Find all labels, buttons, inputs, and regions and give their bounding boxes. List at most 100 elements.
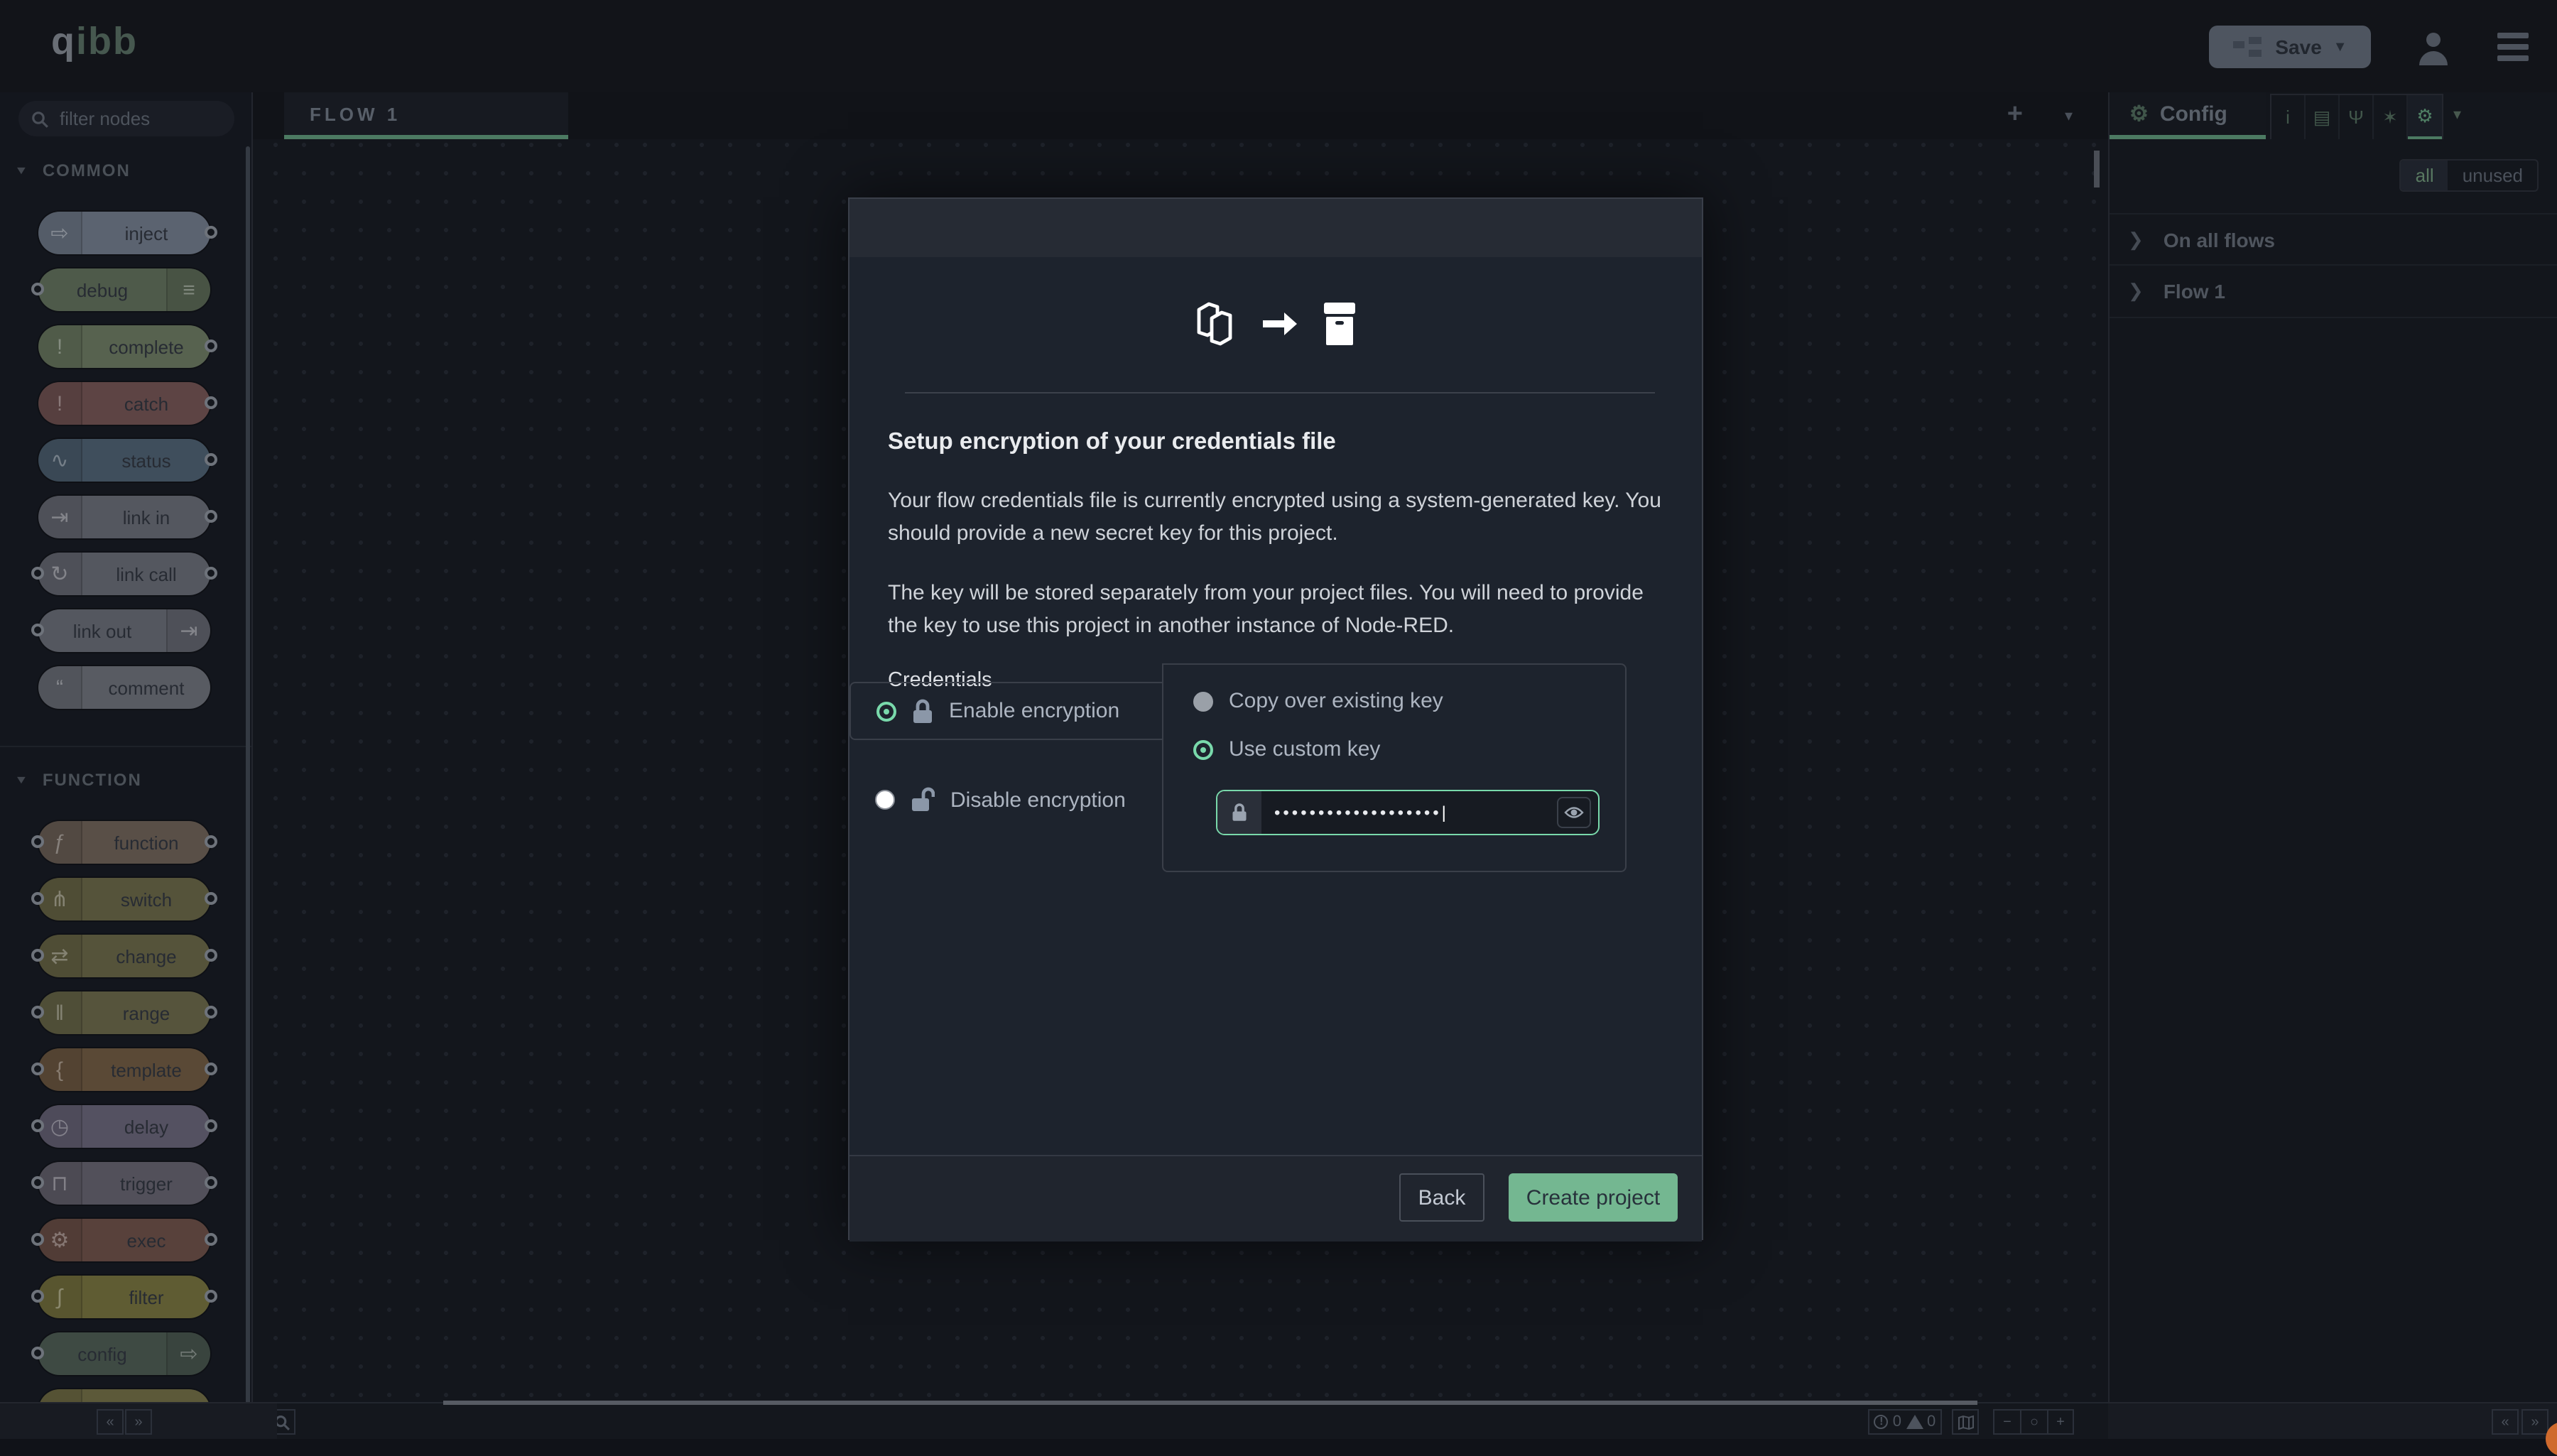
sidebar-tool-book-icon[interactable]: ▤ [2306,95,2340,139]
sidebar-tool-bug-icon[interactable]: ✶ [2374,95,2408,139]
link out-icon: ⇥ [166,609,210,652]
sidebar-tool-gear-icon[interactable]: ⚙ [2408,95,2442,139]
lock-icon [912,698,933,724]
node-label: exec [82,1229,210,1251]
palette-node-trigger[interactable]: ⊓trigger [38,1162,210,1205]
filter-unused-button[interactable]: unused [2448,161,2537,190]
category-label: COMMON [43,161,131,180]
canvas-horizontal-scrollbar[interactable] [443,1401,1977,1405]
zoom-out-button[interactable]: − [1993,1409,2020,1435]
node-input-port [31,1347,44,1359]
sidebar-caret-icon[interactable]: ▾ [2453,105,2461,124]
flow-list-caret-icon[interactable]: ▾ [2065,107,2073,125]
node-label: link out [38,620,166,641]
sidebar-tool-git-branch-icon[interactable]: Ψ [2340,95,2374,139]
user-button[interactable] [2415,28,2452,65]
back-button[interactable]: Back [1399,1173,1484,1222]
tab-flow-1[interactable]: FLOW 1 [284,92,568,139]
palette-node-delay[interactable]: ◷delay [38,1105,210,1148]
palette-collapse-all-button[interactable]: « [97,1409,124,1435]
palette-node-function[interactable]: ƒfunction [38,821,210,864]
inject-icon: ⇨ [38,212,82,254]
create-project-button[interactable]: Create project [1509,1173,1678,1222]
canvas-vertical-scrollbar[interactable] [2094,151,2100,188]
palette-node-partial[interactable] [38,1389,210,1402]
palette-node-exec[interactable]: ⚙exec [38,1219,210,1261]
palette-category-header[interactable]: ▼FUNCTION [0,770,251,790]
dialog-header-icons [849,301,1702,347]
save-caret-icon[interactable]: ▼ [2333,39,2347,55]
enable-encryption-label: Enable encryption [949,699,1119,723]
switch-icon: ⋔ [38,878,82,920]
zoom-reset-button[interactable]: ○ [2020,1409,2047,1435]
palette-node-link-in[interactable]: ⇥link in [38,496,210,538]
notifications-counter[interactable]: ! 0 0 [1868,1409,1942,1435]
palette-node-range[interactable]: ‖range [38,992,210,1034]
node-input-port [31,835,44,848]
disable-encryption-radio[interactable] [875,790,895,810]
node-input-port [31,1176,44,1189]
palette-node-template[interactable]: {template [38,1048,210,1091]
navigator-button[interactable] [1952,1409,1979,1435]
encryption-key-input[interactable]: •••••••••••••••••••| [1216,790,1600,835]
palette-scrollbar[interactable] [246,146,250,1402]
sidebar-expand-button[interactable]: « [2492,1409,2519,1435]
palette-node-inject[interactable]: ⇨inject [38,212,210,254]
palette-node-complete[interactable]: !complete [38,325,210,368]
catch-icon: ! [38,382,82,425]
filter-nodes-input[interactable]: filter nodes [18,101,234,136]
use-custom-key-radio[interactable] [1193,739,1213,759]
palette-node-comment[interactable]: “comment [38,666,210,709]
palette-node-status[interactable]: ∿status [38,439,210,482]
node-output-port [205,339,217,352]
palette-node-catch[interactable]: !catch [38,382,210,425]
link in-icon: ⇥ [38,496,82,538]
encryption-key-masked-value: •••••••••••••••••••| [1261,803,1557,822]
node-output-port [205,1233,217,1246]
disable-encryption-option[interactable]: Disable encryption [875,787,1126,813]
link call-icon: ↻ [38,553,82,595]
node-label: catch [82,393,210,414]
node-input-port [31,283,44,295]
config-group-label: On all flows [2164,228,2275,251]
show-key-button[interactable] [1557,797,1591,828]
node-input-port [31,567,44,580]
sidebar-tool-info-icon[interactable]: i [2271,95,2306,139]
zoom-in-button[interactable]: + [2047,1409,2074,1435]
enable-encryption-option[interactable]: Enable encryption [849,682,1163,740]
config-tab-label: Config [2160,102,2227,126]
config-tab[interactable]: ⚙ Config [2110,92,2266,139]
divider [905,392,1655,393]
user-icon [2415,28,2452,65]
save-button[interactable]: Save ▼ [2209,26,2371,68]
enable-encryption-radio[interactable] [876,701,896,721]
use-custom-key-option[interactable]: Use custom key [1193,737,1625,761]
config-group-flow-1[interactable]: ❯Flow 1 [2110,266,2557,318]
node-output-port [205,949,217,962]
canvas-footer: ! 0 0 − ○ + [253,1402,2108,1439]
config-group-on-all-flows[interactable]: ❯On all flows [2110,213,2557,266]
copy-existing-key-option[interactable]: Copy over existing key [1193,689,1625,713]
node-input-port [31,1063,44,1075]
palette-node-change[interactable]: ⇄change [38,935,210,977]
palette-category-header[interactable]: ▼COMMON [0,161,251,180]
filter-all-button[interactable]: all [2401,161,2448,190]
node-input-port [31,1119,44,1132]
palette-footer: « » [0,1402,277,1439]
hamburger-menu-button[interactable] [2497,33,2529,61]
map-icon [1957,1414,1974,1430]
palette-node-config[interactable]: ⇨config [38,1332,210,1375]
palette-node-filter[interactable]: ∫filter [38,1276,210,1318]
app-header: qibb Save ▼ [0,0,2557,92]
copy-existing-key-radio[interactable] [1193,691,1213,711]
palette-node-debug[interactable]: ≡debug [38,268,210,311]
palette-expand-all-button[interactable]: » [125,1409,152,1435]
sidebar-collapse-button[interactable]: » [2521,1409,2548,1435]
comment-icon: “ [38,666,82,709]
palette-node-link-call[interactable]: ↻link call [38,553,210,595]
config-icon: ⇨ [166,1332,210,1375]
add-flow-button[interactable]: + [2007,99,2023,131]
node-output-port [205,226,217,239]
palette-node-switch[interactable]: ⋔switch [38,878,210,920]
palette-node-link-out[interactable]: ⇥link out [38,609,210,652]
